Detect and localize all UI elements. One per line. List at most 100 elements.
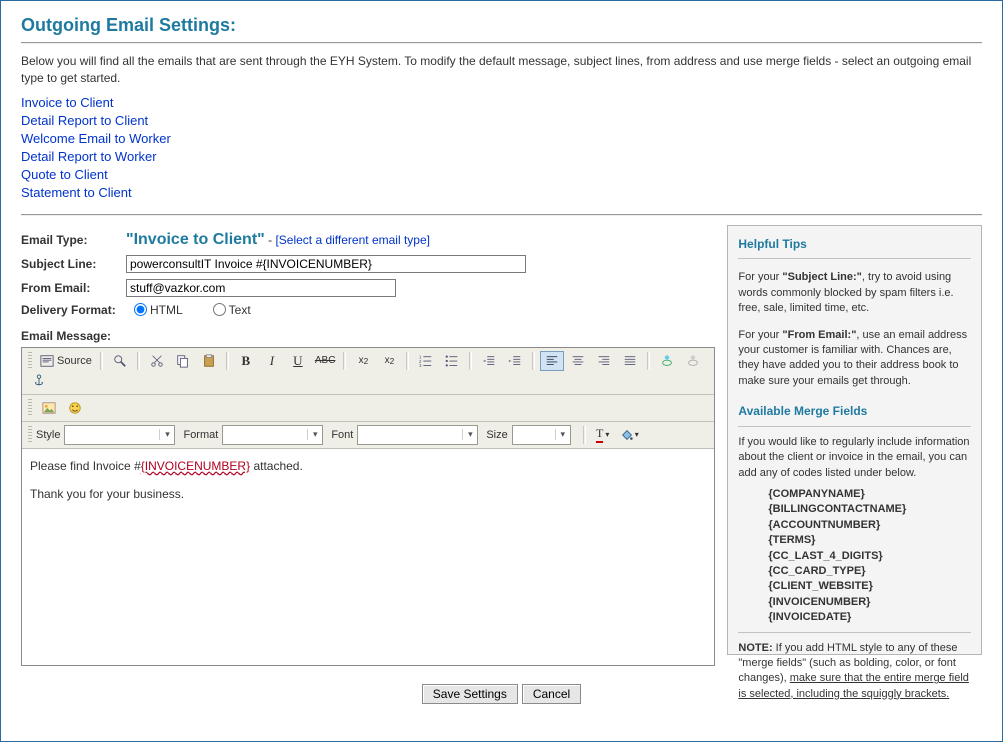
subject-input[interactable]: [126, 255, 526, 273]
size-combo-label: Size: [486, 429, 507, 441]
superscript-button[interactable]: x2: [377, 351, 401, 371]
editor-toolbar-3: Style ▾ Format ▾ Font ▾ Size ▾ T▾ ▾: [22, 422, 714, 449]
indent-button[interactable]: [503, 351, 527, 371]
merge-field-item: {ACCOUNTNUMBER}: [768, 518, 971, 533]
body-line: Please find Invoice #{INVOICENUMBER} att…: [30, 457, 706, 475]
font-combo-input[interactable]: [358, 427, 462, 443]
editor-body[interactable]: Please find Invoice #{INVOICENUMBER} att…: [22, 449, 714, 665]
email-type-link[interactable]: Quote to Client: [21, 167, 982, 182]
smiley-button[interactable]: [63, 398, 87, 418]
text-color-button[interactable]: T▾: [591, 425, 615, 445]
size-combo-input[interactable]: [513, 427, 555, 443]
select-different-type-link[interactable]: [Select a different email type]: [275, 233, 430, 247]
align-left-button[interactable]: [540, 351, 564, 371]
page-title: Outgoing Email Settings:: [21, 15, 982, 36]
align-center-button[interactable]: [566, 351, 590, 371]
merge-heading: Available Merge Fields: [738, 403, 971, 420]
copy-icon: [176, 354, 190, 368]
image-button[interactable]: [37, 398, 61, 418]
intro-text: Below you will find all the emails that …: [21, 53, 982, 87]
merge-note: NOTE: If you add HTML style to any of th…: [738, 641, 971, 703]
merge-field-item: {BILLINGCONTACTNAME}: [768, 502, 971, 517]
divider: [21, 214, 982, 215]
chevron-down-icon: ▾: [555, 429, 570, 440]
tips-panel: Helpful Tips For your "Subject Line:", t…: [727, 225, 982, 655]
ordered-list-button[interactable]: 123: [414, 351, 438, 371]
source-label: Source: [57, 355, 92, 367]
link-button[interactable]: [655, 351, 679, 371]
paste-button[interactable]: [197, 351, 221, 371]
merge-field-item: {INVOICENUMBER}: [768, 595, 971, 610]
divider: [738, 426, 971, 427]
format-html-label: HTML: [150, 303, 183, 317]
smiley-icon: [68, 401, 82, 415]
chevron-down-icon: ▾: [462, 429, 477, 440]
divider: [21, 42, 982, 43]
email-type-link[interactable]: Invoice to Client: [21, 95, 982, 110]
paint-bucket-icon: [620, 428, 634, 442]
underline-button[interactable]: U: [286, 351, 310, 371]
editor-toolbar-1: Source B I U ABC x2 x2: [22, 348, 714, 395]
source-button[interactable]: Source: [37, 351, 95, 371]
font-combo[interactable]: ▾: [357, 425, 478, 445]
anchor-icon: [32, 374, 46, 388]
source-icon: [40, 354, 54, 368]
merge-intro: If you would like to regularly include i…: [738, 435, 971, 481]
size-combo[interactable]: ▾: [512, 425, 571, 445]
align-right-icon: [597, 354, 611, 368]
format-combo-input[interactable]: [223, 427, 307, 443]
style-combo[interactable]: ▾: [64, 425, 175, 445]
paste-icon: [202, 354, 216, 368]
bold-button[interactable]: B: [234, 351, 258, 371]
preview-button[interactable]: [108, 351, 132, 371]
cut-button[interactable]: [145, 351, 169, 371]
format-combo[interactable]: ▾: [222, 425, 323, 445]
bg-color-button[interactable]: ▾: [617, 425, 642, 445]
rich-text-editor: Source B I U ABC x2 x2: [21, 347, 715, 666]
strike-button[interactable]: ABC: [312, 351, 339, 371]
align-center-icon: [571, 354, 585, 368]
email-type-link[interactable]: Statement to Client: [21, 185, 982, 200]
align-justify-button[interactable]: [618, 351, 642, 371]
from-email-input[interactable]: [126, 279, 396, 297]
merge-field-item: {CLIENT_WEBSITE}: [768, 579, 971, 594]
merge-field-item: {TERMS}: [768, 533, 971, 548]
indent-icon: [508, 354, 522, 368]
italic-button[interactable]: I: [260, 351, 284, 371]
label-from: From Email:: [21, 281, 126, 295]
link-icon: [660, 354, 674, 368]
align-right-button[interactable]: [592, 351, 616, 371]
divider: [738, 258, 971, 259]
email-type-link[interactable]: Welcome Email to Worker: [21, 131, 982, 146]
anchor-button[interactable]: [27, 371, 51, 391]
scissors-icon: [150, 354, 164, 368]
unordered-list-button[interactable]: [440, 351, 464, 371]
email-type-link[interactable]: Detail Report to Client: [21, 113, 982, 128]
outdent-button[interactable]: [477, 351, 501, 371]
unlink-button[interactable]: [681, 351, 705, 371]
save-button[interactable]: Save Settings: [422, 684, 518, 704]
format-html-radio[interactable]: [134, 303, 147, 316]
email-type-link[interactable]: Detail Report to Worker: [21, 149, 982, 164]
cancel-button[interactable]: Cancel: [522, 684, 581, 704]
divider: [738, 632, 971, 633]
format-text-radio[interactable]: [213, 303, 226, 316]
svg-text:3: 3: [419, 363, 422, 368]
label-email-type: Email Type:: [21, 233, 126, 247]
ul-icon: [445, 354, 459, 368]
style-combo-input[interactable]: [65, 427, 159, 443]
chevron-down-icon: ▾: [159, 429, 174, 440]
align-left-icon: [545, 354, 559, 368]
tip-subject: For your "Subject Line:", try to avoid u…: [738, 270, 971, 316]
copy-button[interactable]: [171, 351, 195, 371]
label-subject: Subject Line:: [21, 257, 126, 271]
toolbar-grip: [28, 399, 32, 417]
ol-icon: 123: [419, 354, 433, 368]
email-type-link-list: Invoice to Client Detail Report to Clien…: [21, 95, 982, 200]
editor-toolbar-2: [22, 395, 714, 422]
format-combo-label: Format: [183, 429, 218, 441]
magnifier-icon: [113, 354, 127, 368]
subscript-button[interactable]: x2: [351, 351, 375, 371]
merge-field-item: {CC_LAST_4_DIGITS}: [768, 549, 971, 564]
toolbar-grip: [28, 352, 32, 370]
